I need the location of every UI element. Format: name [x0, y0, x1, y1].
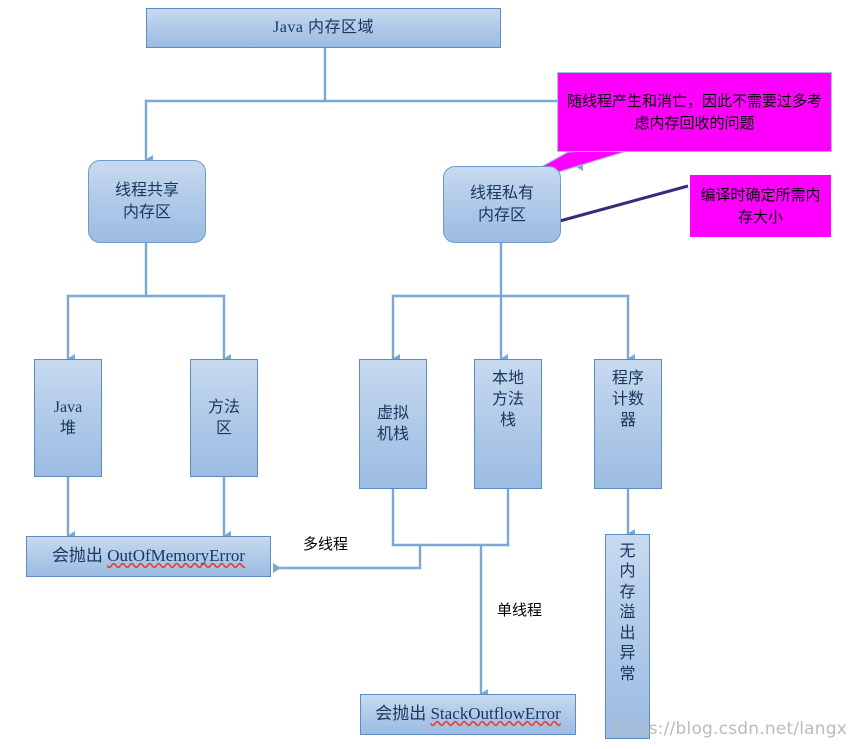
method-area-line2: 区 — [215, 420, 232, 437]
oom-prefix: 会抛出 — [51, 546, 108, 566]
node-no-memory-overflow-exception-label: 无内存溢出异常 — [619, 543, 636, 683]
node-root[interactable]: Java 内存区域 — [146, 8, 501, 48]
method-area-line1: 方法 — [207, 398, 240, 416]
node-thread-private-memory-label: 线程私有 内存区 — [469, 185, 534, 224]
node-vm-stack-label: 虚拟 机栈 — [360, 403, 426, 445]
node-java-heap-label: Java 堆 — [35, 397, 101, 439]
sof-error-name: StackOutflowError — [430, 704, 561, 724]
watermark: https://blog.csdn.net/langxiaolin — [613, 719, 848, 739]
node-vm-stack[interactable]: 虚拟 机栈 — [359, 359, 427, 489]
sof-prefix: 会抛出 — [375, 704, 431, 724]
wire-multithread-to-oom — [273, 543, 422, 573]
callout-thread-lifecycle-text: 随线程产生和消亡，因此不需要过多考虑内存回收的问题 — [566, 91, 822, 133]
vm-stack-line2: 机栈 — [376, 426, 409, 443]
node-root-label: Java 内存区域 — [273, 19, 374, 37]
node-stack-outflow-error-label: 会抛出 StackOutflowError — [361, 703, 575, 725]
node-program-counter-label: 程序 计数 器 — [595, 368, 661, 431]
callout-thread-lifecycle: 随线程产生和消亡，因此不需要过多考虑内存回收的问题 — [557, 72, 832, 152]
edge-label-multi-thread-text: 多线程 — [303, 535, 349, 553]
callout-compile-time-size-text: 编译时确定所需内存大小 — [700, 185, 821, 227]
node-no-memory-overflow-exception[interactable]: 无内存溢出异常 — [605, 534, 650, 739]
node-thread-shared-memory-label: 线程共享 内存区 — [114, 182, 179, 221]
node-java-heap[interactable]: Java 堆 — [34, 359, 102, 477]
native-stack-line3: 栈 — [499, 412, 516, 430]
node-thread-private-memory[interactable]: 线程私有 内存区 — [443, 166, 561, 243]
node-stack-outflow-error[interactable]: 会抛出 StackOutflowError — [360, 694, 576, 735]
vm-stack-line1: 虚拟 — [376, 404, 409, 422]
callout-compile-time-size: 编译时确定所需内存大小 — [690, 175, 831, 237]
node-out-of-memory-error-label: 会抛出 OutOfMemoryError — [27, 545, 270, 567]
edge-label-multi-thread: 多线程 — [303, 533, 348, 554]
java-heap-line1: Java — [53, 398, 83, 416]
native-stack-line1: 本地 — [491, 370, 524, 387]
watermark-text: https://blog.csdn.net/langxiaolin — [613, 719, 848, 739]
node-method-area-label: 方法 区 — [191, 397, 257, 439]
diagram-canvas: Java 内存区域 线程共享 内存区 线程私有 内存区 Java 堆 方法 区 虚拟… — [0, 0, 848, 749]
pc-line2: 计数 — [611, 391, 644, 409]
tree-connectors — [66, 46, 635, 699]
native-stack-line2: 方法 — [491, 391, 524, 409]
pc-line1: 程序 — [611, 370, 644, 387]
edge-label-single-thread: 单线程 — [497, 599, 542, 620]
oom-error-name: OutOfMemoryError — [107, 546, 246, 566]
node-program-counter[interactable]: 程序 计数 器 — [594, 359, 662, 489]
node-method-area[interactable]: 方法 区 — [190, 359, 258, 477]
pc-line3: 器 — [619, 412, 636, 430]
edge-label-single-thread-text: 单线程 — [497, 601, 543, 619]
java-heap-line2: 堆 — [59, 420, 76, 437]
node-native-method-stack[interactable]: 本地 方法 栈 — [474, 359, 542, 489]
pointer-line-compile-time — [544, 184, 689, 227]
node-thread-shared-memory[interactable]: 线程共享 内存区 — [88, 160, 206, 243]
node-out-of-memory-error[interactable]: 会抛出 OutOfMemoryError — [26, 536, 271, 577]
node-native-method-stack-label: 本地 方法 栈 — [475, 368, 541, 431]
